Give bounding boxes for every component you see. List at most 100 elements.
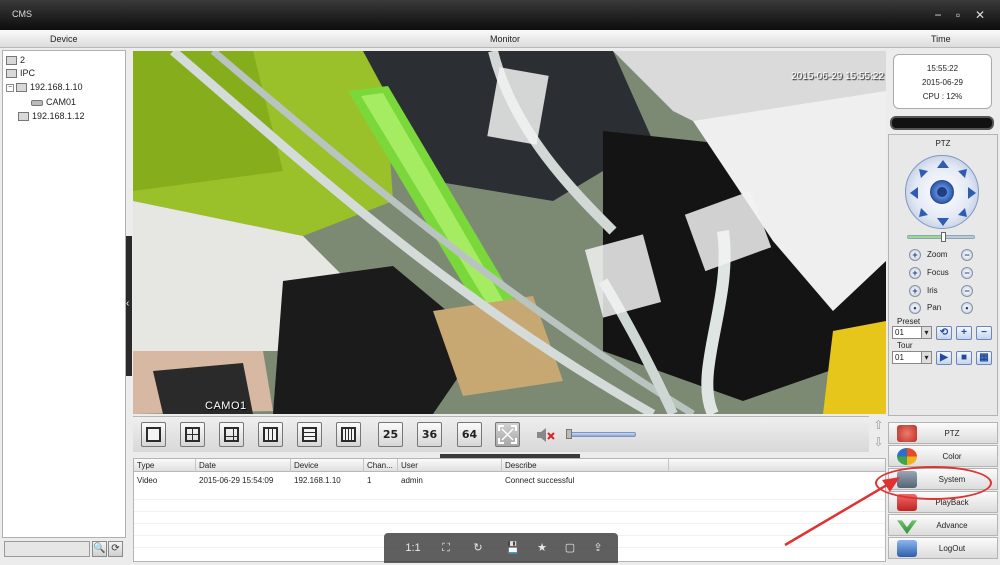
- layout-13-button[interactable]: [297, 422, 322, 447]
- tour-play-icon[interactable]: ▶: [936, 351, 952, 365]
- search-icon[interactable]: 🔍: [92, 541, 107, 557]
- volume-slider[interactable]: [568, 432, 636, 437]
- preset-label: Preset: [897, 317, 921, 326]
- maximize-button[interactable]: ▫: [950, 7, 966, 23]
- collapse-icon[interactable]: −: [6, 83, 14, 92]
- share-icon[interactable]: ⇪: [590, 540, 606, 556]
- ptz-direction-pad[interactable]: [905, 155, 979, 229]
- column-header-describe[interactable]: Describe: [502, 459, 669, 472]
- layout-4-button[interactable]: [180, 422, 205, 447]
- camera-icon: [31, 99, 43, 106]
- column-header-date[interactable]: Date: [196, 459, 291, 472]
- menu-item-label: Color: [942, 452, 962, 461]
- column-header-type[interactable]: Type: [134, 459, 196, 472]
- table-cell: 2015-06-29 15:54:09: [199, 476, 274, 485]
- layout-6-button[interactable]: [219, 422, 244, 447]
- scroll-down-icon[interactable]: ⇩: [871, 434, 886, 450]
- layout-36-button[interactable]: 36: [417, 422, 442, 447]
- preset-goto-icon[interactable]: ⟲: [936, 326, 952, 340]
- preset-delete-icon[interactable]: −: [976, 326, 992, 340]
- thirteen-view-icon: [302, 427, 317, 442]
- panel-collapse-handle[interactable]: ‹: [126, 236, 132, 376]
- layout-count-label: 36: [421, 428, 438, 441]
- ptz-speed-handle[interactable]: [941, 232, 946, 242]
- annotation-arrow-icon: [784, 477, 900, 547]
- preset-add-icon[interactable]: +: [956, 326, 972, 340]
- tour-stop-icon[interactable]: ■: [956, 351, 972, 365]
- zoom-in-button[interactable]: +: [909, 249, 921, 261]
- column-header-device[interactable]: Device: [291, 459, 364, 472]
- focus-out-button[interactable]: −: [961, 267, 973, 279]
- layout-count-label: 25: [382, 428, 399, 441]
- camera-frame-image: [133, 51, 886, 414]
- scroll-up-icon[interactable]: ⇧: [871, 417, 886, 433]
- pan-start-button[interactable]: •: [909, 302, 921, 314]
- menu-item-color[interactable]: Color: [888, 445, 998, 467]
- table-cell: Connect successful: [505, 476, 575, 485]
- focus-label: Focus: [927, 268, 949, 277]
- menu-item-ptz[interactable]: PTZ: [888, 422, 998, 444]
- original-size-button[interactable]: 1:1: [402, 540, 424, 556]
- pan-stop-button[interactable]: •: [961, 302, 973, 314]
- video-timestamp-overlay: 2015-06-29 15:55:22: [791, 71, 884, 82]
- sixteen-view-icon: [341, 427, 356, 442]
- refresh-icon[interactable]: ⟳: [108, 541, 123, 557]
- tree-item-group-ipc[interactable]: IPC: [6, 67, 35, 80]
- minimize-button[interactable]: −: [930, 7, 946, 23]
- tree-item-device-10[interactable]: − 192.168.1.10: [6, 81, 83, 94]
- iris-close-button[interactable]: −: [961, 285, 973, 297]
- column-header-user[interactable]: User: [398, 459, 502, 472]
- row-divider: [134, 523, 885, 524]
- layout-1-button[interactable]: [141, 422, 166, 447]
- layout-9-button[interactable]: [258, 422, 283, 447]
- ptz-home-button[interactable]: [930, 180, 954, 204]
- close-button[interactable]: ✕: [972, 7, 988, 23]
- tree-item-label: 2: [20, 55, 26, 65]
- column-header-channel[interactable]: Chan...: [364, 459, 398, 472]
- table-cell: 1: [367, 476, 372, 485]
- tree-item-label: CAM01: [46, 97, 77, 107]
- iris-control: + Iris −: [889, 284, 999, 298]
- focus-in-button[interactable]: +: [909, 267, 921, 279]
- group-icon: [6, 56, 17, 66]
- preset-select[interactable]: 01: [892, 326, 932, 339]
- rotate-icon[interactable]: ↻: [470, 540, 486, 556]
- zoom-label: Zoom: [927, 250, 948, 259]
- column-header-bar: Device Monitor Time: [0, 30, 1000, 48]
- device-search-input[interactable]: [4, 541, 90, 557]
- window-title: CMS: [12, 9, 32, 19]
- zoom-out-button[interactable]: −: [961, 249, 973, 261]
- save-icon[interactable]: 💾: [505, 540, 521, 556]
- six-view-icon: [224, 427, 239, 442]
- tour-select[interactable]: 01: [892, 351, 932, 364]
- tree-item-camera-cam01[interactable]: CAM01: [31, 96, 76, 109]
- fullscreen-button[interactable]: [495, 422, 520, 447]
- camera-name-overlay: CAMO1: [205, 400, 247, 412]
- tree-item-device-12[interactable]: 192.168.1.12: [18, 110, 85, 123]
- group-icon: [6, 69, 17, 79]
- video-viewport[interactable]: 2015-06-29 15:55:22 CAMO1: [133, 51, 886, 414]
- time-header: Time: [931, 34, 951, 44]
- layout-64-button[interactable]: 64: [457, 422, 482, 447]
- tour-label: Tour: [897, 341, 913, 350]
- layout-count-label: 64: [461, 428, 478, 441]
- window-icon[interactable]: ▢: [562, 540, 578, 556]
- focus-control: + Focus −: [889, 266, 999, 280]
- fit-screen-icon[interactable]: ⛶: [438, 540, 454, 556]
- tour-grid-icon[interactable]: ▦: [976, 351, 992, 365]
- menu-item-label: Advance: [936, 521, 968, 530]
- device-header: Device: [50, 34, 78, 44]
- layout-25-button[interactable]: 25: [378, 422, 403, 447]
- device-search-bar: 🔍 ⟳: [4, 541, 126, 557]
- favorite-icon[interactable]: ★: [534, 540, 550, 556]
- dvr-icon: [18, 112, 29, 122]
- dvr-icon: [16, 83, 27, 93]
- layout-16-button[interactable]: [336, 422, 361, 447]
- tree-item-group-2[interactable]: 2: [6, 54, 25, 67]
- nine-view-icon: [263, 427, 278, 442]
- layout-toolbar: 25 36 64: [133, 416, 869, 452]
- iris-open-button[interactable]: +: [909, 285, 921, 297]
- volume-slider-handle[interactable]: [566, 429, 572, 439]
- table-cell: Video: [137, 476, 158, 485]
- mute-button[interactable]: [535, 425, 557, 445]
